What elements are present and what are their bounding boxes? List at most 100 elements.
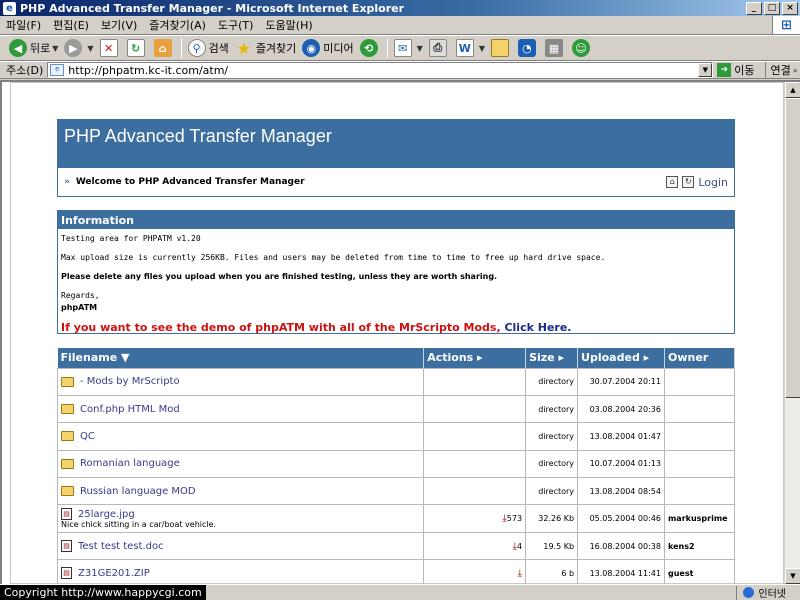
table-row[interactable]: ▤ Z31GE201.ZIP ⤓ 6 b 13.08.2004 11:41 guest bbox=[56, 559, 736, 584]
address-dropdown-icon[interactable]: ▼ bbox=[698, 63, 713, 77]
maximize-button[interactable]: □ bbox=[764, 1, 780, 15]
col-filename-header[interactable]: Filename ▼ bbox=[57, 348, 425, 368]
folder-icon bbox=[61, 458, 74, 469]
file-name-link[interactable]: - Mods by MrScripto bbox=[80, 376, 180, 387]
security-zone: 인터넷 bbox=[736, 585, 800, 600]
cell-actions: ⤓573 bbox=[423, 504, 527, 533]
history-button[interactable]: ⟲ bbox=[357, 37, 384, 59]
stop-button[interactable]: ✕ bbox=[97, 37, 124, 59]
back-label: 뒤로 bbox=[30, 42, 51, 55]
forward-button[interactable]: ▶ ▼ bbox=[61, 37, 96, 59]
file-name-link[interactable]: 25large.jpg bbox=[78, 509, 135, 520]
table-row[interactable]: ▤ 25large.jpg Nice chick sitting in a car/… bbox=[56, 504, 736, 533]
file-name-link[interactable]: Romanian language bbox=[80, 458, 180, 469]
print-button[interactable]: ⎙ bbox=[426, 37, 453, 59]
favorites-button[interactable]: ★ 즐겨찾기 bbox=[232, 37, 299, 59]
address-url[interactable]: http://phpatm.kc-it.com/atm/ bbox=[68, 64, 698, 77]
research-button[interactable]: ▦ bbox=[542, 37, 569, 59]
bullet-icon: » bbox=[64, 177, 70, 187]
information-panel: Information Testing area for PHPATM v1.2… bbox=[57, 210, 735, 334]
home-icon[interactable]: ⌂ bbox=[666, 176, 679, 188]
address-input[interactable]: e http://phpatm.kc-it.com/atm/ ▼ bbox=[47, 62, 714, 78]
download-icon[interactable]: ⤓ bbox=[518, 568, 522, 579]
mail-button[interactable]: ✉ ▼ bbox=[391, 37, 426, 59]
messenger-button[interactable]: ◔ bbox=[515, 37, 542, 59]
cell-filename: QC bbox=[56, 422, 425, 451]
scroll-up-icon[interactable]: ▲ bbox=[785, 82, 800, 98]
back-dropdown-icon[interactable]: ▼ bbox=[52, 44, 58, 53]
mail-icon: ✉ bbox=[393, 39, 412, 57]
cell-uploaded: 05.05.2004 00:46 bbox=[577, 504, 665, 533]
go-button[interactable]: ➜ 이동 bbox=[717, 62, 755, 78]
info-line-delete: Please delete any files you upload when … bbox=[61, 272, 498, 281]
cell-uploaded: 13.08.2004 01:47 bbox=[577, 422, 665, 451]
cell-filename: Romanian language bbox=[56, 449, 425, 479]
refresh-button[interactable]: ↻ bbox=[124, 37, 151, 59]
favorites-star-icon: ★ bbox=[236, 38, 251, 58]
menu-favorites[interactable]: 즐겨찾기(A) bbox=[143, 17, 212, 33]
cell-owner bbox=[663, 422, 736, 451]
file-name-link[interactable]: Test test test.doc bbox=[78, 541, 164, 552]
file-name-link[interactable]: Conf.php HTML Mod bbox=[80, 404, 180, 415]
menu-file[interactable]: 파일(F) bbox=[0, 17, 47, 33]
scroll-thumb[interactable] bbox=[785, 98, 800, 398]
media-button[interactable]: ◉ 미디어 bbox=[299, 37, 356, 59]
status-bar: Copyright http://www.happycgi.com 인터넷 bbox=[0, 584, 800, 600]
edit-dropdown-icon[interactable]: ▼ bbox=[479, 44, 485, 53]
back-button[interactable]: ◀ 뒤로 ▼ bbox=[6, 37, 61, 59]
home-button[interactable]: ⌂ bbox=[151, 37, 178, 59]
vertical-scrollbar[interactable]: ▲ ▼ bbox=[784, 82, 800, 584]
file-name-link[interactable]: Russian language MOD bbox=[80, 486, 196, 497]
cell-filename: - Mods by MrScripto bbox=[56, 367, 425, 396]
search-button[interactable]: ⚲ 검색 bbox=[185, 37, 232, 59]
cell-owner: kens2 bbox=[663, 531, 736, 561]
cell-size: directory bbox=[525, 367, 579, 396]
back-arrow-icon: ◀ bbox=[9, 39, 27, 57]
col-owner-header[interactable]: Owner bbox=[664, 348, 736, 368]
forward-dropdown-icon[interactable]: ▼ bbox=[87, 44, 93, 53]
copyright-text: Copyright http://www.happycgi.com bbox=[0, 585, 206, 600]
table-row[interactable]: Conf.php HTML Mod directory 03.08.2004 20:… bbox=[56, 394, 736, 424]
scroll-down-icon[interactable]: ▼ bbox=[785, 568, 800, 584]
mods-click-here-link[interactable]: Click Here. bbox=[504, 321, 571, 334]
cell-uploaded: 30.07.2004 20:11 bbox=[577, 367, 665, 396]
table-row[interactable]: - Mods by MrScripto directory 30.07.2004 2… bbox=[56, 367, 736, 396]
users-button[interactable]: ☺ bbox=[569, 37, 596, 59]
refresh-icon[interactable]: ↻ bbox=[682, 176, 695, 188]
col-uploaded-header[interactable]: Uploaded ▸ bbox=[577, 348, 665, 368]
table-row[interactable]: QC directory 13.08.2004 01:47 bbox=[56, 422, 736, 451]
internet-globe-icon bbox=[743, 587, 755, 598]
file-name-link[interactable]: QC bbox=[80, 431, 95, 442]
cell-uploaded: 13.08.2004 08:54 bbox=[577, 477, 665, 506]
file-name-link[interactable]: Z31GE201.ZIP bbox=[78, 568, 150, 579]
folder-icon bbox=[61, 486, 74, 497]
download-count: 4 bbox=[516, 541, 523, 551]
mail-dropdown-icon[interactable]: ▼ bbox=[417, 44, 423, 53]
table-row[interactable]: Romanian language directory 10.07.2004 01:… bbox=[56, 449, 736, 479]
table-row[interactable]: Russian language MOD directory 13.08.2004 … bbox=[56, 477, 736, 506]
folder-icon bbox=[61, 404, 74, 415]
menu-help[interactable]: 도움말(H) bbox=[259, 17, 318, 33]
links-button[interactable]: 연결 » bbox=[764, 62, 798, 78]
table-row[interactable]: ▤ Test test test.doc ⤓4 19.5 Kb 16.08.2004 0… bbox=[56, 531, 736, 561]
cell-size: 6 b bbox=[525, 559, 579, 584]
close-button[interactable]: × bbox=[782, 1, 798, 15]
menu-tools[interactable]: 도구(T) bbox=[212, 17, 260, 33]
menu-view[interactable]: 보기(V) bbox=[95, 17, 143, 33]
go-arrow-icon: ➜ bbox=[717, 63, 732, 77]
cell-filename: Russian language MOD bbox=[56, 477, 425, 506]
login-link[interactable]: Login bbox=[698, 176, 728, 189]
toolbar-separator bbox=[386, 38, 388, 58]
info-signature: phpATM bbox=[61, 303, 98, 312]
col-actions-header[interactable]: Actions ▸ bbox=[423, 348, 527, 368]
zone-label: 인터넷 bbox=[758, 589, 786, 600]
cell-filename: ▤ 25large.jpg Nice chick sitting in a car/… bbox=[56, 504, 425, 533]
col-size-header[interactable]: Size ▸ bbox=[525, 348, 579, 368]
go-label: 이동 bbox=[734, 64, 755, 77]
cell-uploaded: 03.08.2004 20:36 bbox=[577, 394, 665, 424]
edit-button[interactable]: W ▼ bbox=[453, 37, 488, 59]
menu-edit[interactable]: 편집(E) bbox=[47, 17, 95, 33]
minimize-button[interactable]: _ bbox=[746, 1, 762, 15]
links-chevron-icon: » bbox=[792, 65, 798, 75]
notes-button[interactable] bbox=[488, 37, 515, 59]
